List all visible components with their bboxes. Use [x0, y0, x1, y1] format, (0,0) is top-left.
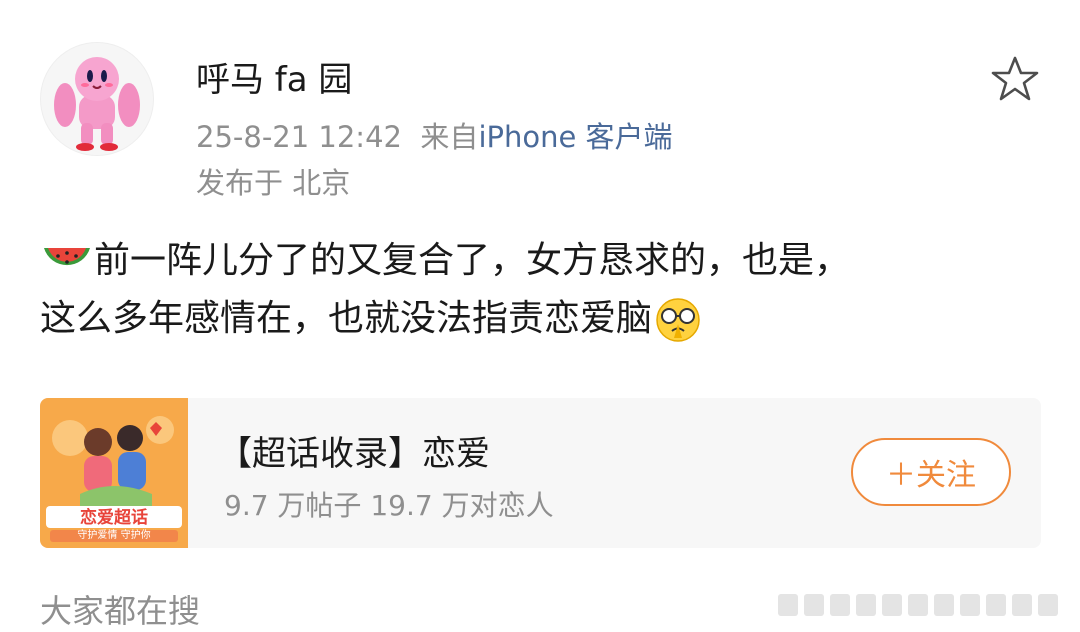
- topic-cover-subtitle: 守护爱情 守护你: [77, 530, 151, 541]
- watermelon-icon: [44, 248, 90, 266]
- post-text-line1: 前一阵儿分了的又复合了，女方恳求的，也是，: [94, 240, 851, 281]
- avatar[interactable]: [40, 42, 154, 156]
- avatar-image: [41, 43, 153, 155]
- post-location: 发布于 北京: [196, 166, 351, 200]
- post-line-2: 这么多年感情在，也就没法指责恋爱脑: [40, 290, 1050, 348]
- post-timestamp: 25-8-21 12:42: [196, 120, 402, 154]
- post-content: 前一阵儿分了的又复合了，女方恳求的，也是， 这么多年感情在，也就没法指责恋爱脑: [40, 232, 1050, 348]
- post-text-line2: 这么多年感情在，也就没法指责恋爱脑: [40, 298, 653, 339]
- star-outline-icon[interactable]: [990, 54, 1040, 104]
- username[interactable]: 呼马 fa 园: [196, 52, 352, 101]
- watermark-logo: [778, 594, 1058, 616]
- post-meta: 25-8-21 12:42 来自iPhone 客户端: [196, 114, 673, 156]
- topic-title[interactable]: 【超话收录】恋爱: [218, 426, 490, 475]
- topic-cover-banner: 恋爱超话: [80, 508, 148, 528]
- client-link[interactable]: iPhone 客户端: [478, 120, 672, 154]
- post-line-1: 前一阵儿分了的又复合了，女方恳求的，也是，: [40, 232, 1050, 290]
- topic-stats: 9.7 万帖子 19.7 万对恋人: [224, 489, 554, 522]
- trending-search-title: 大家都在搜: [40, 592, 201, 630]
- source-prefix: 来自: [420, 120, 479, 154]
- face-with-glasses-icon: [656, 298, 700, 342]
- topic-cover-image: 恋爱超话 守护爱情 守护你: [40, 398, 188, 548]
- topic-card[interactable]: 恋爱超话 守护爱情 守护你 【超话收录】恋爱 9.7 万帖子 19.7 万对恋人…: [40, 398, 1041, 548]
- follow-button[interactable]: ＋关注: [851, 438, 1011, 506]
